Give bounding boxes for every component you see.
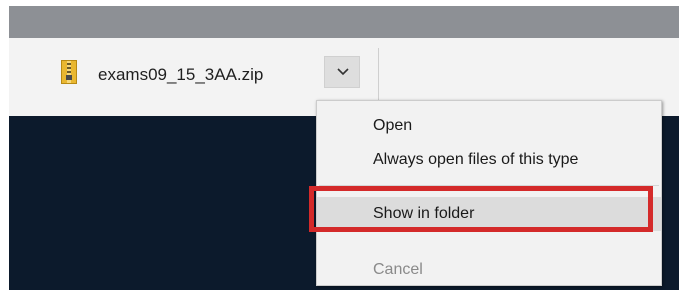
menu-item-always-open[interactable]: Always open files of this type <box>317 143 661 177</box>
chevron-down-icon <box>336 65 350 79</box>
menu-item-cancel: Cancel <box>373 261 423 278</box>
highlight-annotation <box>309 186 653 232</box>
zip-archive-icon <box>61 60 77 84</box>
download-file-name[interactable]: exams09_15_3AA.zip <box>98 65 263 85</box>
browser-content-area <box>9 6 679 38</box>
download-options-button[interactable] <box>324 56 360 88</box>
menu-item-open[interactable]: Open <box>317 109 661 143</box>
screen: exams09_15_3AA.zip Open Always open file… <box>9 6 679 290</box>
shelf-divider <box>378 48 379 106</box>
